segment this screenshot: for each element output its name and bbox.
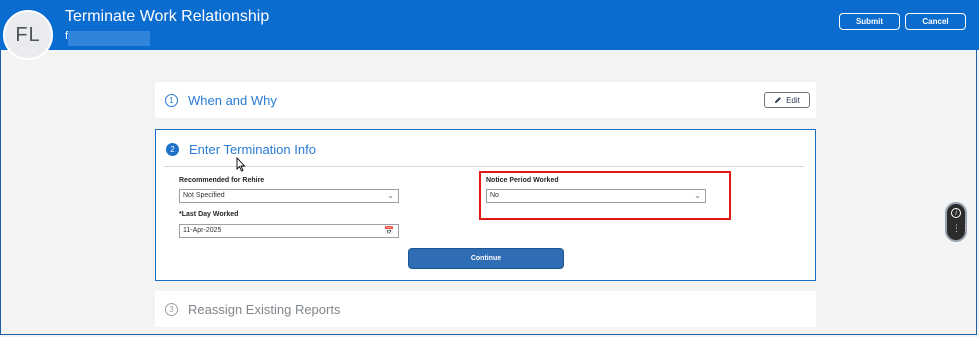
- last-day-input[interactable]: 11-Apr-2025 📅: [179, 224, 399, 238]
- page-header: Terminate Work Relationship f Submit Can…: [0, 0, 979, 50]
- step-number: 2: [166, 143, 179, 156]
- pencil-icon: [775, 97, 781, 103]
- step-title: Reassign Existing Reports: [188, 302, 341, 317]
- help-widget[interactable]: i ⋮⋮: [945, 202, 970, 242]
- calendar-icon[interactable]: 📅: [384, 225, 394, 237]
- edit-label: Edit: [786, 95, 800, 105]
- last-day-label-text: Last Day Worked: [181, 211, 239, 218]
- step-title: Enter Termination Info: [189, 142, 316, 157]
- chevron-down-icon: ⌄: [387, 191, 394, 200]
- step-number: 1: [165, 94, 178, 107]
- step-reassign-reports: 3 Reassign Existing Reports: [155, 291, 816, 327]
- section-divider: [164, 166, 804, 167]
- last-day-value: 11-Apr-2025: [183, 227, 222, 234]
- info-icon[interactable]: i: [951, 208, 961, 218]
- avatar: FL: [3, 10, 53, 60]
- page-title: Terminate Work Relationship: [65, 8, 270, 25]
- edit-button[interactable]: Edit: [764, 92, 810, 108]
- submit-button[interactable]: Submit: [839, 13, 900, 30]
- apps-grid-icon[interactable]: ⋮⋮: [952, 224, 970, 233]
- rehire-label: Recommended for Rehire: [179, 177, 265, 184]
- rehire-value: Not Specified: [183, 192, 225, 199]
- last-day-label: *Last Day Worked: [179, 211, 238, 218]
- step-number: 3: [165, 303, 178, 316]
- highlight-box: [479, 171, 731, 220]
- rehire-select[interactable]: Not Specified ⌄: [179, 189, 399, 203]
- step-when-and-why: 1 When and Why Edit: [155, 82, 816, 118]
- redacted-name: [68, 31, 150, 46]
- continue-button[interactable]: Continue: [408, 248, 564, 269]
- mouse-cursor-icon: [236, 157, 246, 172]
- cancel-button[interactable]: Cancel: [905, 13, 966, 30]
- step-title[interactable]: When and Why: [188, 93, 277, 108]
